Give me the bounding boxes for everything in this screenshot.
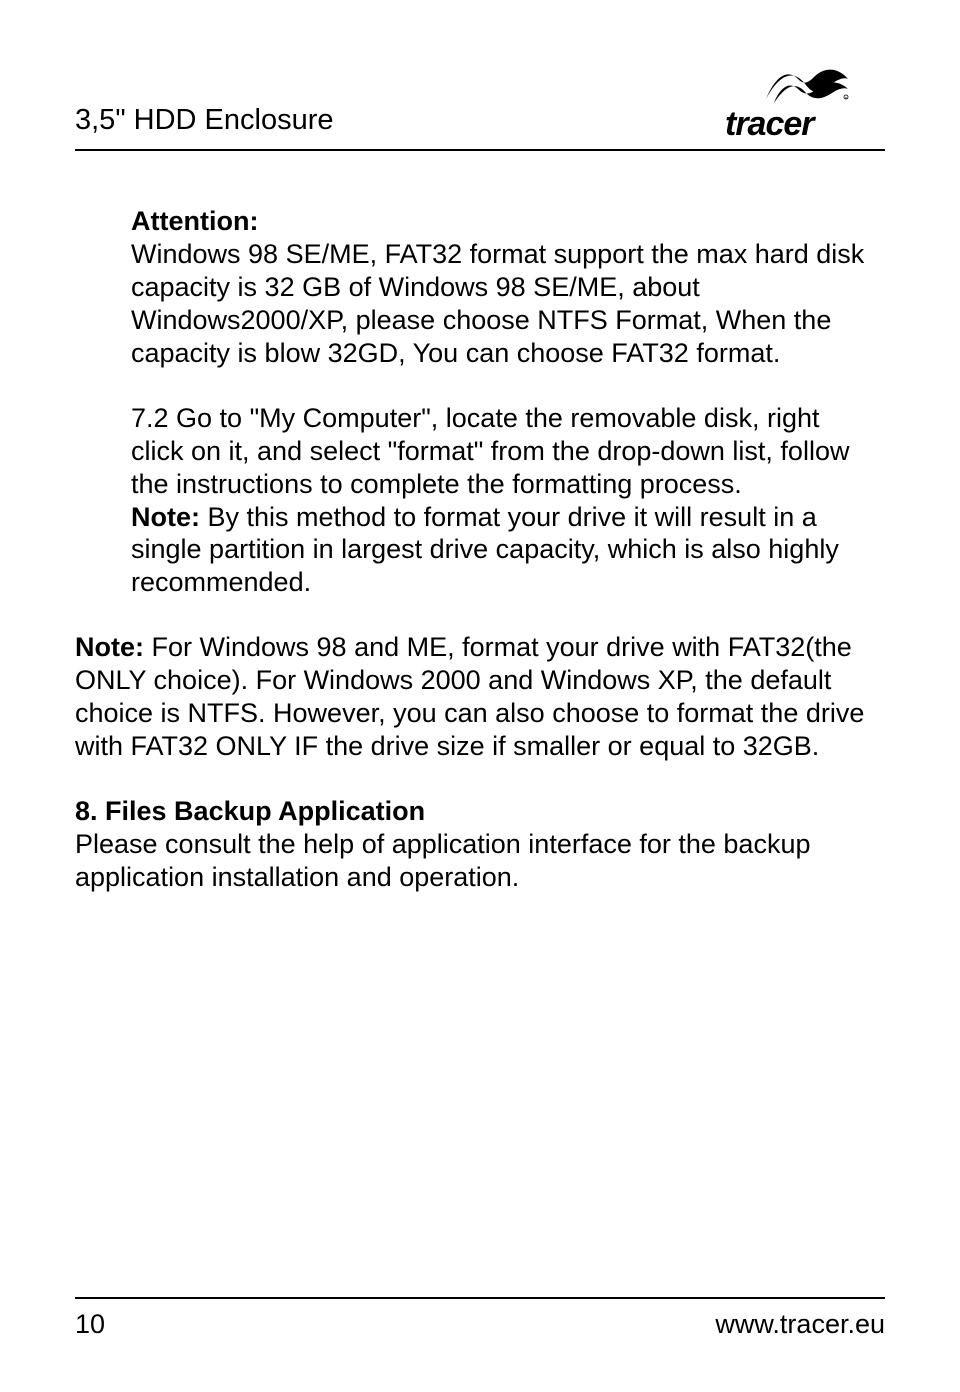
- note-2-block: Note: For Windows 98 and ME, format your…: [75, 631, 885, 763]
- tracer-swoosh-icon: R: [760, 55, 850, 107]
- step-7-2-note-label: Note:: [131, 502, 200, 532]
- header-divider: [75, 149, 885, 151]
- tracer-wordmark-icon: tracer: [725, 107, 885, 143]
- page-header: 3,5" HDD Enclosure R tracer: [75, 55, 885, 143]
- document-title: 3,5" HDD Enclosure: [75, 104, 334, 143]
- page-footer: 10 www.tracer.eu: [75, 1297, 885, 1340]
- note-2-text: For Windows 98 and ME, format your drive…: [75, 632, 864, 761]
- page-number: 10: [75, 1309, 105, 1340]
- footer-url: www.tracer.eu: [715, 1309, 885, 1340]
- step-7-2-text: 7.2 Go to "My Computer", locate the remo…: [131, 403, 849, 499]
- section-8-title: 8. Files Backup Application: [75, 796, 425, 826]
- step-7-2-block: 7.2 Go to "My Computer", locate the remo…: [75, 402, 885, 600]
- brand-logo: R tracer: [725, 55, 885, 143]
- attention-block: Attention: Windows 98 SE/ME, FAT32 forma…: [75, 205, 885, 370]
- attention-text: Windows 98 SE/ME, FAT32 format support t…: [131, 239, 864, 368]
- section-8-body: Please consult the help of application i…: [75, 829, 810, 892]
- footer-divider: [75, 1297, 885, 1299]
- attention-label: Attention:: [131, 206, 258, 236]
- svg-text:tracer: tracer: [725, 107, 816, 143]
- section-8-block: 8. Files Backup Application Please consu…: [75, 795, 885, 894]
- note-2-label: Note:: [75, 632, 144, 662]
- step-7-2-note-text: By this method to format your drive it w…: [131, 502, 839, 598]
